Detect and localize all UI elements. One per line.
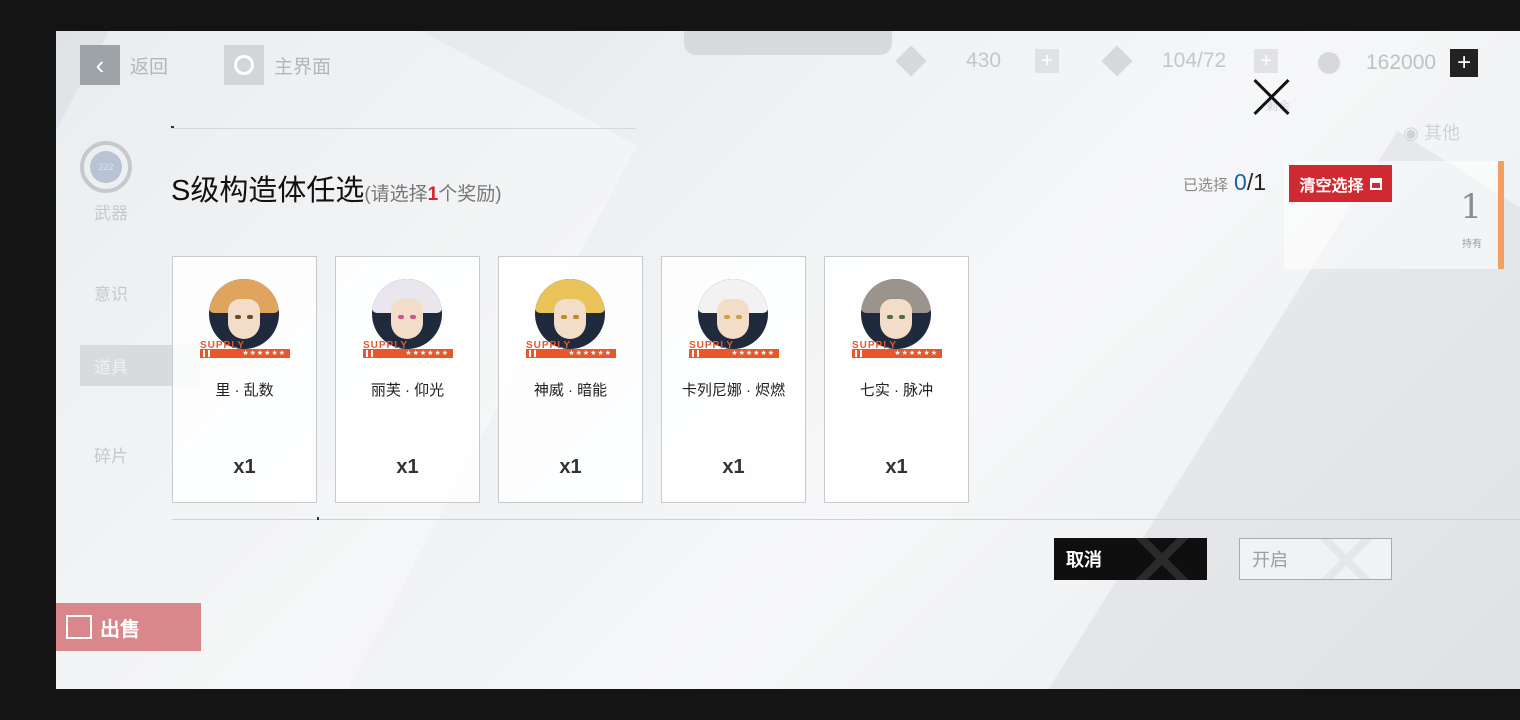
bottom-divider [172, 519, 1520, 520]
avatar-eye [398, 315, 404, 319]
reward-quantity: x1 [233, 456, 256, 478]
rank-stars: ★★★★★★ [852, 349, 942, 358]
open-button[interactable]: 开启 [1239, 538, 1392, 580]
avatar-eye [573, 315, 579, 319]
selected-total: /1 [1246, 169, 1266, 195]
selected-counter: 已选择 0/1 [1183, 169, 1266, 196]
reward-select-modal: S级构造体任选(请选择1个奖励) 已选择 0/1 清空选择 SUPPLY ★★★… [56, 31, 1520, 689]
character-name: 卡列尼娜 · 烬燃 [681, 382, 786, 399]
avatar-face [391, 299, 423, 339]
clear-selection-button[interactable]: 清空选择 [1289, 165, 1392, 202]
rank-stars: ★★★★★★ [200, 349, 290, 358]
character-portrait: SUPPLY ★★★★★★ [363, 279, 453, 363]
avatar-face [880, 299, 912, 339]
character-portrait: SUPPLY ★★★★★★ [200, 279, 290, 363]
reward-quantity: x1 [559, 456, 582, 478]
character-name: 七实 · 脉冲 [859, 382, 934, 399]
rank-stars: ★★★★★★ [689, 349, 779, 358]
game-screen: ‹ 返回 主界面 430 + 104/72 + 162000 + 剩余 ◉ 其他… [56, 31, 1520, 689]
broom-icon [1369, 177, 1382, 190]
avatar-eye [887, 315, 893, 319]
avatar-eye [561, 315, 567, 319]
avatar [209, 279, 279, 349]
avatar-face [228, 299, 260, 339]
reward-card[interactable]: SUPPLY ★★★★★★ 丽芙 · 仰光 x1 [335, 256, 480, 503]
selected-count: 0 [1234, 169, 1247, 195]
close-icon[interactable] [1248, 73, 1296, 121]
character-name: 里 · 乱数 [215, 382, 274, 399]
avatar-eye [235, 315, 241, 319]
character-portrait: SUPPLY ★★★★★★ [852, 279, 942, 363]
avatar [861, 279, 931, 349]
avatar-face [717, 299, 749, 339]
avatar-eye [899, 315, 905, 319]
avatar-eye [410, 315, 416, 319]
character-portrait: SUPPLY ★★★★★★ [526, 279, 616, 363]
cancel-label: 取消 [1066, 550, 1102, 570]
avatar-eye [736, 315, 742, 319]
avatar-eye [724, 315, 730, 319]
reward-card[interactable]: SUPPLY ★★★★★★ 里 · 乱数 x1 [172, 256, 317, 503]
clear-selection-label: 清空选择 [1299, 177, 1364, 195]
hint-count: 1 [427, 184, 439, 205]
rank-stars: ★★★★★★ [526, 349, 616, 358]
rank-stars: ★★★★★★ [363, 349, 453, 358]
avatar-face [554, 299, 586, 339]
open-label: 开启 [1252, 550, 1288, 570]
modal-title: S级构造体任选(请选择1个奖励) [171, 167, 502, 209]
avatar [698, 279, 768, 349]
avatar [535, 279, 605, 349]
title-divider [171, 128, 636, 129]
reward-card[interactable]: SUPPLY ★★★★★★ 神威 · 暗能 x1 [498, 256, 643, 503]
bottom-tick [317, 517, 319, 520]
reward-quantity: x1 [722, 456, 745, 478]
reward-quantity: x1 [396, 456, 419, 478]
cancel-button[interactable]: 取消 [1054, 538, 1207, 580]
reward-card[interactable]: SUPPLY ★★★★★★ 七实 · 脉冲 x1 [824, 256, 969, 503]
character-portrait: SUPPLY ★★★★★★ [689, 279, 779, 363]
hint-suffix: 个奖励) [438, 184, 502, 205]
modal-title-text: S级构造体任选 [171, 175, 365, 207]
hint-prefix: (请选择 [364, 184, 428, 205]
character-name: 神威 · 暗能 [533, 382, 608, 399]
character-name: 丽芙 · 仰光 [370, 382, 445, 399]
avatar-eye [247, 315, 253, 319]
reward-card[interactable]: SUPPLY ★★★★★★ 卡列尼娜 · 烬燃 x1 [661, 256, 806, 503]
modal-hint: (请选择1个奖励) [364, 184, 501, 205]
reward-quantity: x1 [885, 456, 908, 478]
selected-label: 已选择 [1183, 177, 1229, 194]
avatar [372, 279, 442, 349]
reward-card-list: SUPPLY ★★★★★★ 里 · 乱数 x1 SUPPLY ★★★★★★ 丽芙… [172, 256, 969, 503]
